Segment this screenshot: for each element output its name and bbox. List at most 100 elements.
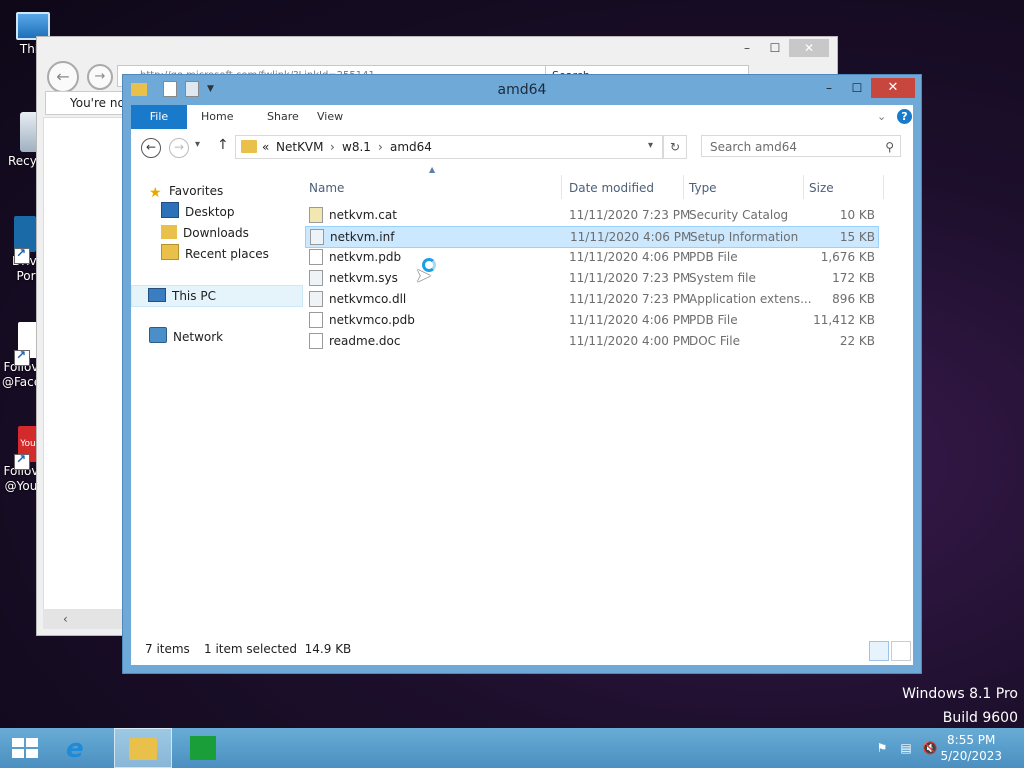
start-button[interactable] [10, 728, 40, 768]
ie-content [43, 117, 129, 619]
search-placeholder: Search amd64 [710, 140, 797, 154]
dll-file-icon [309, 291, 323, 307]
customize-qat-icon[interactable]: ▼ [207, 81, 223, 97]
nav-network[interactable]: Network [149, 327, 223, 347]
shortcut-arrow-icon [14, 348, 30, 366]
sort-arrow-icon: ▲ [429, 165, 436, 174]
column-header-type[interactable]: Type [689, 177, 717, 199]
breadcrumb-w81[interactable]: w8.1 [342, 140, 371, 154]
desktop-icon-this-pc[interactable]: Thi [0, 12, 50, 57]
ie-tab-label: You're not [70, 96, 130, 110]
file-date: 11/11/2020 4:00 PM [569, 334, 691, 348]
ie-scroll-left-icon[interactable]: ‹ [43, 609, 127, 629]
file-type: Setup Information [690, 230, 799, 244]
new-folder-icon[interactable] [185, 81, 199, 97]
back-button[interactable]: ← [141, 138, 161, 158]
shortcut-arrow-icon [14, 452, 30, 470]
nav-label: This PC [172, 289, 216, 303]
nav-recent-places[interactable]: Recent places [161, 244, 269, 264]
taskbar-internet-explorer[interactable]: e [52, 728, 110, 768]
file-row[interactable]: netkvmco.pdb 11/11/2020 4:06 PM PDB File… [305, 310, 879, 330]
file-name: netkvm.pdb [329, 250, 402, 264]
status-bar: 7 items 1 item selected 14.9 KB [131, 633, 913, 665]
search-input[interactable]: Search amd64 ⚲ [701, 135, 901, 157]
tab-file[interactable]: File [131, 105, 187, 129]
forward-button[interactable]: → [169, 138, 189, 158]
star-icon: ★ [149, 185, 162, 201]
chevron-down-icon[interactable]: ▾ [648, 140, 653, 151]
column-separator[interactable] [683, 175, 684, 199]
file-size: 10 KB [839, 208, 875, 222]
file-row-selected[interactable]: netkvm.inf 11/11/2020 4:06 PM Setup Info… [305, 226, 879, 248]
large-icons-view-icon[interactable] [891, 641, 911, 661]
nav-label: Downloads [183, 226, 249, 240]
taskbar: e ⚑ ▤ 🔇 8:55 PM 5/20/2023 [0, 728, 1024, 768]
breadcrumb-netkvm[interactable]: NetKVM [276, 140, 324, 154]
os-build-watermark: Build 9600 [942, 710, 1018, 726]
search-icon: ⚲ [885, 140, 894, 154]
file-size: 22 KB [839, 334, 875, 348]
nav-downloads[interactable]: Downloads [161, 223, 249, 243]
tab-share[interactable]: Share [267, 105, 299, 129]
file-row[interactable]: netkvm.cat 11/11/2020 7:23 PM Security C… [305, 205, 879, 225]
generic-file-icon [309, 249, 323, 265]
chevron-right-icon: › [330, 140, 335, 154]
ie-maximize-button[interactable]: ☐ [761, 39, 789, 57]
clock-date: 5/20/2023 [940, 749, 1002, 763]
tab-home[interactable]: Home [201, 105, 233, 129]
expand-ribbon-icon[interactable]: ⌄ [877, 105, 886, 129]
ie-minimize-button[interactable]: – [733, 39, 761, 57]
ie-close-button[interactable]: ✕ [789, 39, 829, 57]
file-size: 896 KB [832, 292, 875, 306]
help-icon[interactable]: ? [897, 109, 912, 124]
taskbar-file-explorer[interactable] [114, 728, 172, 768]
nav-label: Recent places [185, 247, 269, 261]
properties-icon[interactable] [163, 81, 177, 97]
file-row[interactable]: netkvm.pdb 11/11/2020 4:06 PM PDB File 1… [305, 247, 879, 267]
column-header-name[interactable]: Name [309, 177, 344, 199]
store-icon [190, 736, 216, 760]
file-list: ▲ Name Date modified Type Size netkvm.ca… [305, 165, 885, 633]
clock-time: 8:55 PM [947, 733, 996, 747]
breadcrumb-overflow[interactable]: « [262, 140, 269, 154]
folder-icon [241, 140, 257, 153]
file-row[interactable]: readme.doc 11/11/2020 4:00 PM DOC File 2… [305, 331, 879, 351]
column-header-size[interactable]: Size [809, 177, 834, 199]
desktop-icon-recycle-bin[interactable]: Recyc [0, 112, 43, 169]
volume-muted-icon[interactable]: 🔇 [922, 740, 938, 756]
recent-places-icon [161, 244, 179, 260]
details-view-icon[interactable] [869, 641, 889, 661]
maximize-button[interactable]: ☐ [843, 78, 871, 98]
action-center-flag-icon[interactable]: ⚑ [874, 740, 890, 756]
file-name: netkvm.sys [329, 271, 398, 285]
file-date: 11/11/2020 4:06 PM [570, 230, 692, 244]
window-title: amd64 [497, 82, 547, 98]
file-row[interactable]: netkvm.sys 11/11/2020 7:23 PM System fil… [305, 268, 879, 288]
file-row[interactable]: netkvmco.dll 11/11/2020 7:23 PM Applicat… [305, 289, 879, 309]
refresh-button[interactable]: ↻ [663, 135, 687, 159]
tab-view[interactable]: View [317, 105, 343, 129]
nav-favorites[interactable]: ★ Favorites [149, 181, 223, 201]
file-name: netkvm.cat [329, 208, 397, 222]
navigation-bar: ← → ▾ ↑ « NetKVM › w8.1 › amd64 ▾ ↻ Sear… [131, 129, 913, 169]
file-name: netkvm.inf [330, 230, 395, 244]
column-separator[interactable] [561, 175, 562, 199]
column-separator[interactable] [803, 175, 804, 199]
breadcrumb-amd64[interactable]: amd64 [390, 140, 432, 154]
address-bar[interactable]: « NetKVM › w8.1 › amd64 ▾ [235, 135, 663, 159]
system-clock[interactable]: 8:55 PM 5/20/2023 [940, 732, 1002, 764]
minimize-button[interactable]: – [815, 78, 843, 98]
taskbar-store[interactable] [176, 728, 234, 768]
ie-back-button[interactable]: ← [47, 61, 79, 93]
file-type: DOC File [689, 334, 740, 348]
downloads-icon [161, 225, 177, 239]
column-separator[interactable] [883, 175, 884, 199]
up-button[interactable]: ↑ [217, 137, 229, 153]
network-error-icon[interactable]: ▤ [898, 740, 914, 756]
nav-desktop[interactable]: Desktop [161, 202, 235, 222]
ie-forward-button[interactable]: → [87, 64, 113, 90]
nav-this-pc[interactable]: This PC [131, 285, 303, 307]
column-header-date[interactable]: Date modified [569, 177, 654, 199]
recent-locations-icon[interactable]: ▾ [195, 139, 200, 150]
close-button[interactable]: ✕ [871, 78, 915, 98]
